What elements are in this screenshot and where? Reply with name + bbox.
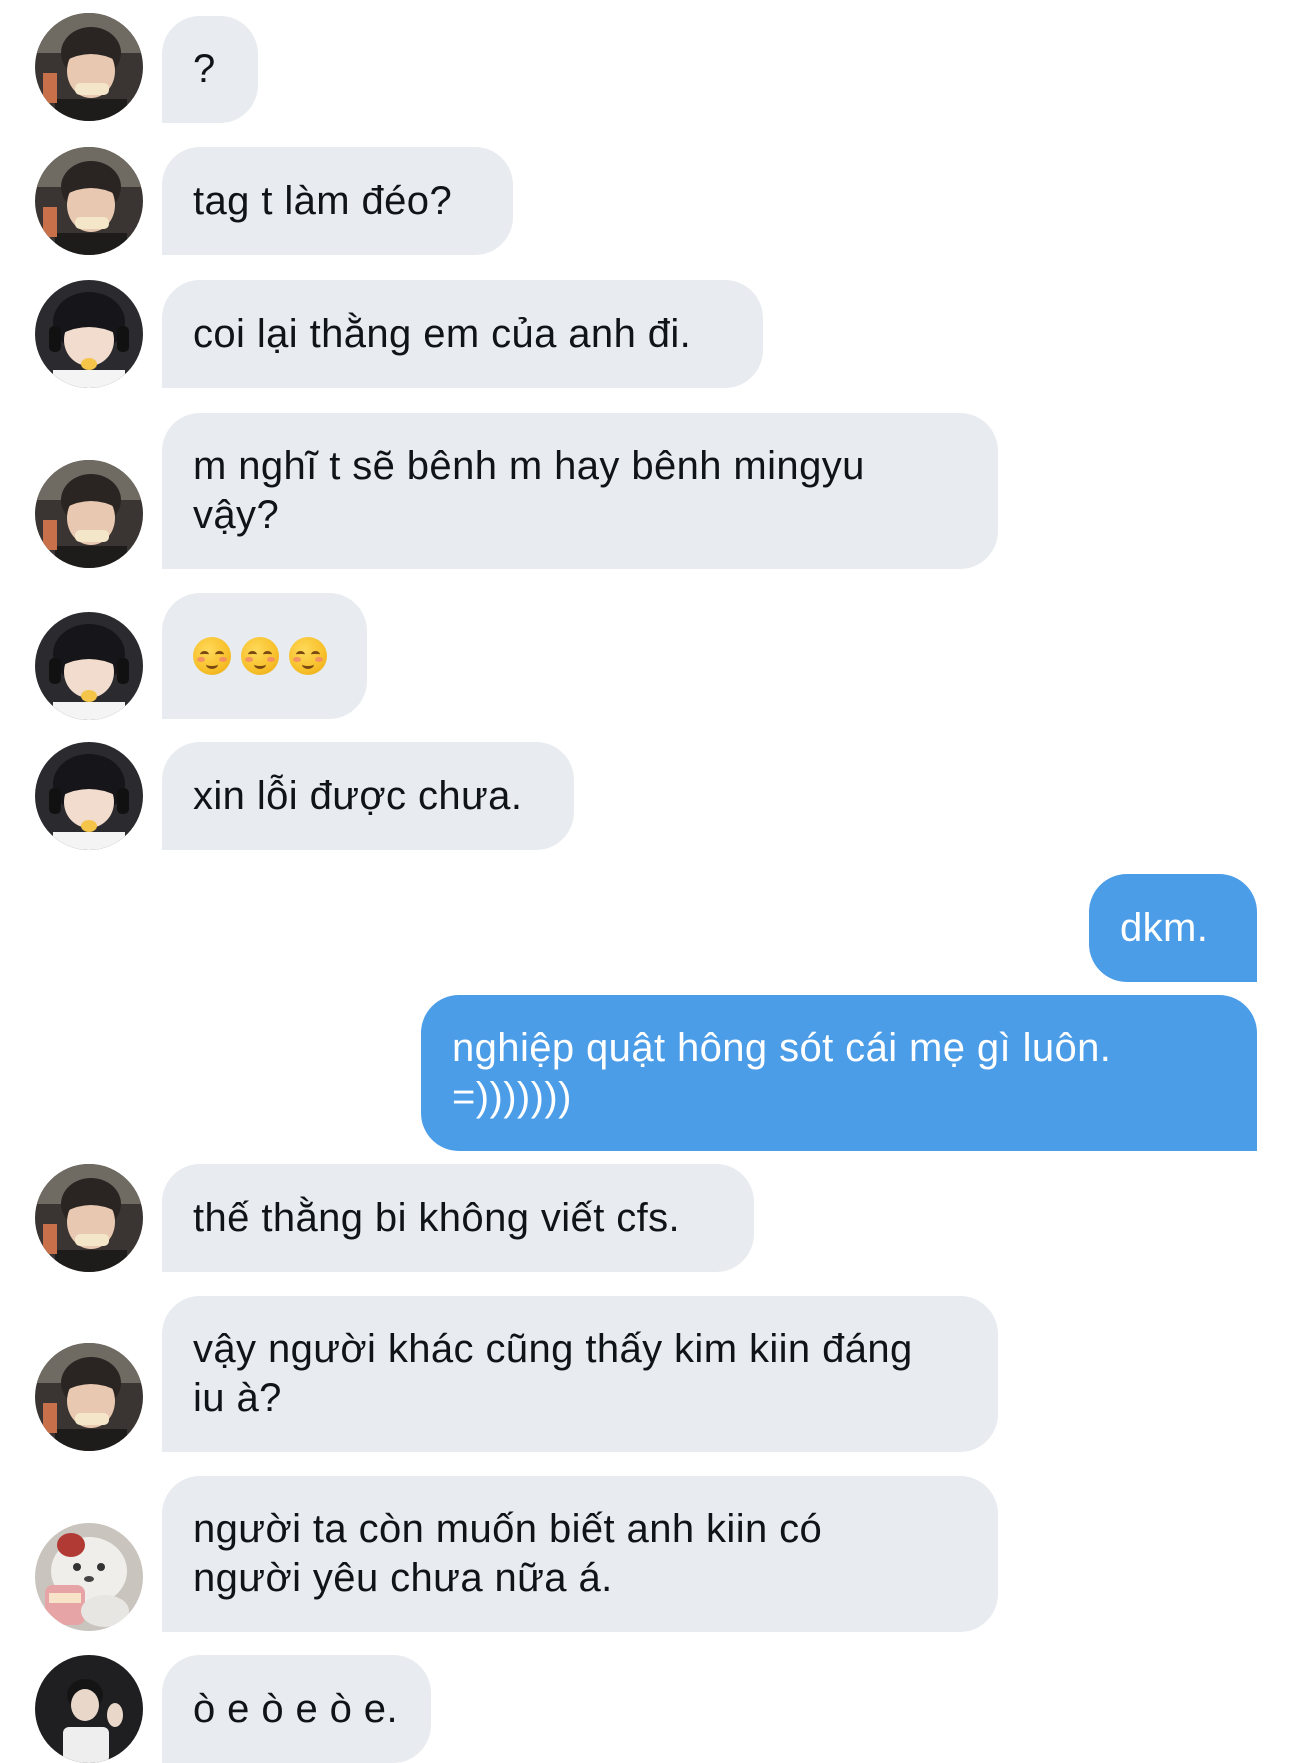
message-text: xin lỗi được chưa. bbox=[193, 773, 523, 818]
message-bubble[interactable]: coi lại thằng em của anh đi. bbox=[162, 280, 763, 388]
avatar[interactable] bbox=[35, 1343, 143, 1451]
message-bubble-outgoing[interactable]: dkm. bbox=[1089, 874, 1257, 982]
message-bubble-outgoing[interactable]: nghiệp quật hông sót cái mẹ gì luôn. =))… bbox=[421, 995, 1257, 1151]
avatar[interactable] bbox=[35, 13, 143, 121]
message-bubble[interactable]: ò e ò e ò e. bbox=[162, 1655, 431, 1763]
message-text: m nghĩ t sẽ bênh m hay bênh mingyu vậy? bbox=[193, 444, 865, 537]
message-bubble[interactable]: xin lỗi được chưa. bbox=[162, 742, 574, 850]
avatar[interactable] bbox=[35, 1523, 143, 1631]
message-text: vậy người khác cũng thấy kim kiin đáng i… bbox=[193, 1327, 913, 1420]
message-bubble[interactable] bbox=[162, 593, 367, 719]
user-avatar-d-icon bbox=[35, 1655, 143, 1763]
user-avatar-a-icon bbox=[35, 1164, 143, 1272]
avatar[interactable] bbox=[35, 460, 143, 568]
user-avatar-a-icon bbox=[35, 13, 143, 121]
message-text: thế thằng bi không viết cfs. bbox=[193, 1195, 681, 1240]
avatar[interactable] bbox=[35, 612, 143, 720]
message-text: người ta còn muốn biết anh kiin có người… bbox=[193, 1507, 823, 1600]
avatar[interactable] bbox=[35, 280, 143, 388]
message-bubble[interactable]: ? bbox=[162, 16, 258, 123]
message-text: coi lại thằng em của anh đi. bbox=[193, 311, 692, 356]
user-avatar-c-icon bbox=[35, 1523, 143, 1631]
emoji-row bbox=[193, 637, 327, 675]
message-text: ò e ò e ò e. bbox=[193, 1686, 398, 1731]
message-text: dkm. bbox=[1120, 905, 1209, 950]
user-avatar-a-icon bbox=[35, 147, 143, 255]
avatar[interactable] bbox=[35, 742, 143, 850]
message-bubble[interactable]: vậy người khác cũng thấy kim kiin đáng i… bbox=[162, 1296, 998, 1452]
message-bubble[interactable]: người ta còn muốn biết anh kiin có người… bbox=[162, 1476, 998, 1632]
user-avatar-b-icon bbox=[35, 280, 143, 388]
message-text: ? bbox=[193, 47, 216, 91]
message-bubble[interactable]: tag t làm đéo? bbox=[162, 147, 513, 255]
relieved-smile-emoji-icon bbox=[289, 637, 327, 675]
avatar[interactable] bbox=[35, 1655, 143, 1763]
relieved-smile-emoji-icon bbox=[193, 637, 231, 675]
relieved-smile-emoji-icon bbox=[241, 637, 279, 675]
user-avatar-a-icon bbox=[35, 1343, 143, 1451]
message-bubble[interactable]: thế thằng bi không viết cfs. bbox=[162, 1164, 754, 1272]
user-avatar-b-icon bbox=[35, 612, 143, 720]
user-avatar-a-icon bbox=[35, 460, 143, 568]
user-avatar-b-icon bbox=[35, 742, 143, 850]
avatar[interactable] bbox=[35, 1164, 143, 1272]
message-text: nghiệp quật hông sót cái mẹ gì luôn. =))… bbox=[452, 1026, 1112, 1119]
message-text: tag t làm đéo? bbox=[193, 178, 453, 223]
avatar[interactable] bbox=[35, 147, 143, 255]
message-bubble[interactable]: m nghĩ t sẽ bênh m hay bênh mingyu vậy? bbox=[162, 413, 998, 569]
